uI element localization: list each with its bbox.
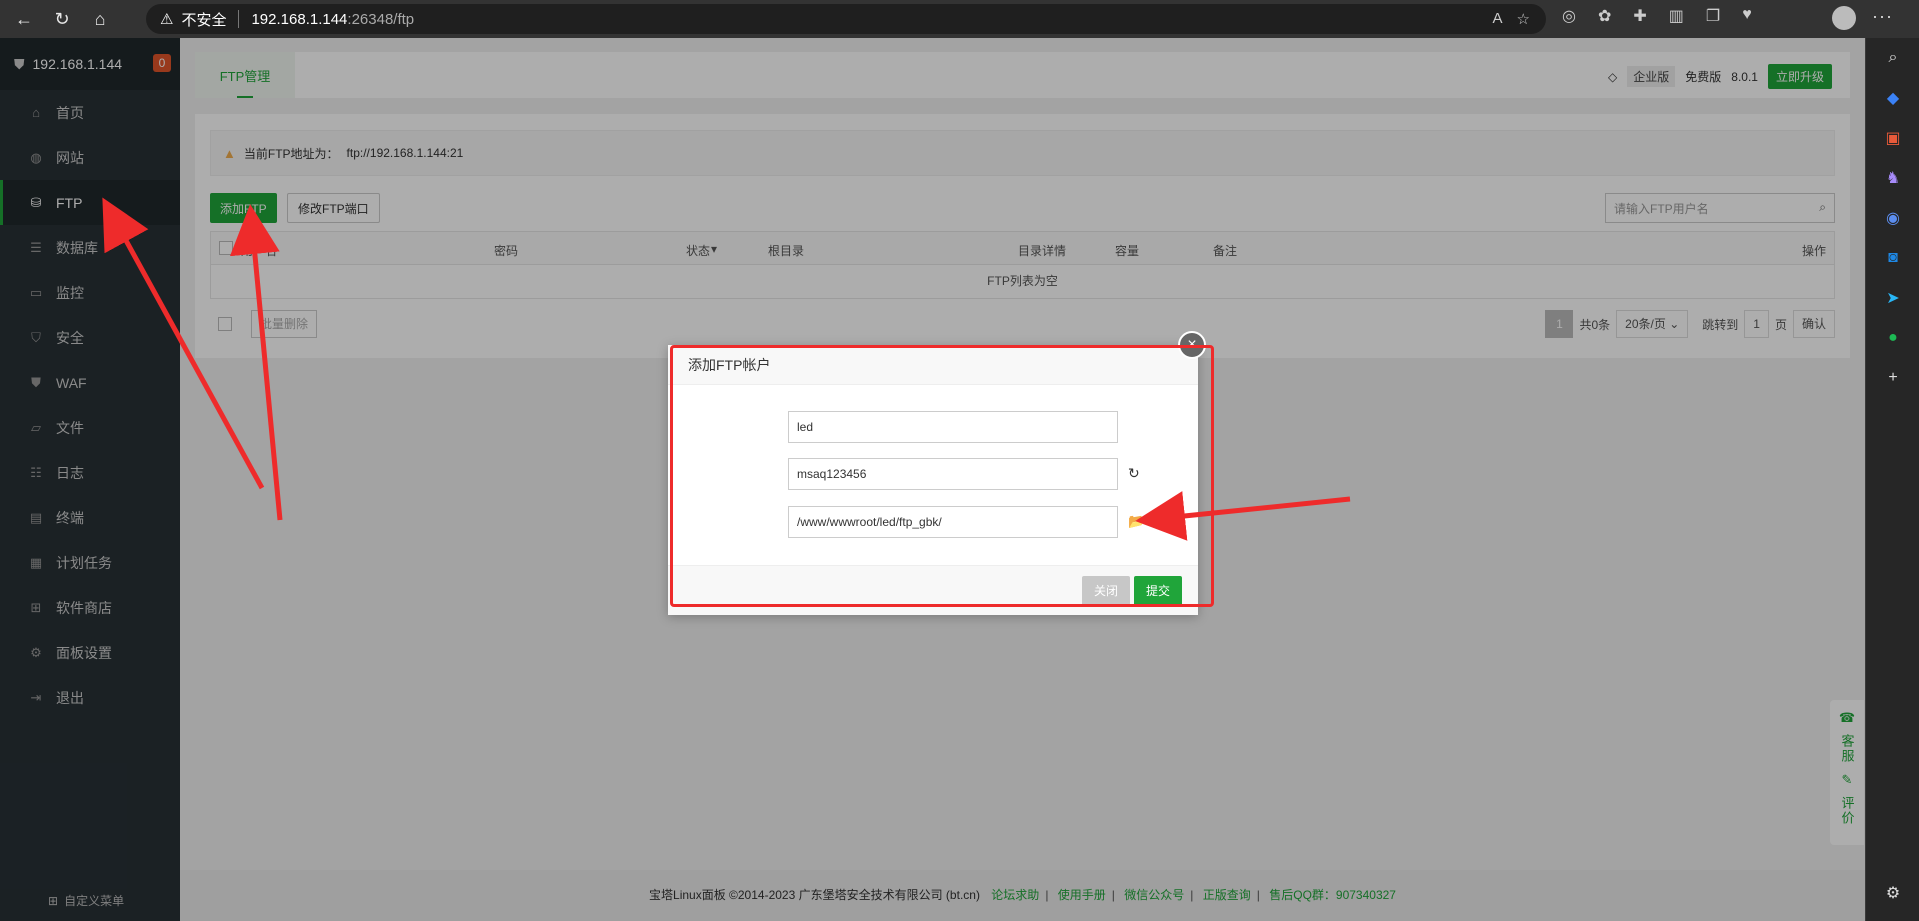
edge-telegram-icon[interactable]: ➤ bbox=[1866, 278, 1919, 318]
edge-search-icon[interactable]: ⌕ bbox=[1866, 38, 1919, 78]
profile-avatar[interactable] bbox=[1832, 6, 1856, 30]
back-icon[interactable]: ← bbox=[10, 5, 38, 33]
extensions-bar: ◎ ✿ ✚ ▥ ❐ ♥ bbox=[1562, 6, 1752, 26]
split-screen-icon[interactable]: ▥ bbox=[1669, 6, 1684, 26]
extensions-puzzle-icon[interactable]: ✚ bbox=[1633, 6, 1646, 26]
favorite-star-icon[interactable]: ☆ bbox=[1517, 10, 1530, 28]
edge-games-icon[interactable]: ♞ bbox=[1866, 158, 1919, 198]
more-menu-icon[interactable]: ··· bbox=[1872, 6, 1893, 27]
browser-side-panel: ⌕ ◆ ▣ ♞ ◉ ◙ ➤ ● + ⚙ bbox=[1865, 38, 1919, 921]
edge-spotify-icon[interactable]: ● bbox=[1866, 318, 1919, 358]
browser-toolbar: ← ↻ ⌂ ⚠ 不安全 192.168.1.144 :26348/ftp A ☆… bbox=[0, 0, 1919, 38]
edge-outlook-icon[interactable]: ◙ bbox=[1866, 238, 1919, 278]
performance-icon[interactable]: ♥ bbox=[1742, 6, 1752, 26]
home-button-icon[interactable]: ⌂ bbox=[86, 5, 114, 33]
extension-cookie-icon[interactable]: ✿ bbox=[1598, 6, 1611, 26]
address-bar[interactable]: ⚠ 不安全 192.168.1.144 :26348/ftp A ☆ bbox=[146, 4, 1546, 34]
edge-tools-icon[interactable]: ▣ bbox=[1866, 118, 1919, 158]
url-path: :26348/ftp bbox=[347, 10, 415, 28]
reload-icon[interactable]: ↻ bbox=[48, 5, 76, 33]
edge-settings-icon[interactable]: ⚙ bbox=[1866, 873, 1919, 913]
annotation-box bbox=[670, 345, 1214, 607]
extension-record-icon[interactable]: ◎ bbox=[1562, 6, 1576, 26]
warning-icon: ⚠ bbox=[160, 11, 174, 28]
edge-copilot-icon[interactable]: ◉ bbox=[1866, 198, 1919, 238]
address-divider bbox=[238, 10, 240, 28]
url-host: 192.168.1.144 bbox=[251, 10, 348, 28]
address-actions: A ☆ bbox=[1493, 10, 1530, 28]
edge-add-icon[interactable]: + bbox=[1866, 358, 1919, 398]
insecure-label: 不安全 bbox=[181, 11, 227, 29]
collections-icon[interactable]: ❐ bbox=[1706, 6, 1720, 26]
read-aloud-icon[interactable]: A bbox=[1493, 10, 1503, 28]
edge-shopping-icon[interactable]: ◆ bbox=[1866, 78, 1919, 118]
